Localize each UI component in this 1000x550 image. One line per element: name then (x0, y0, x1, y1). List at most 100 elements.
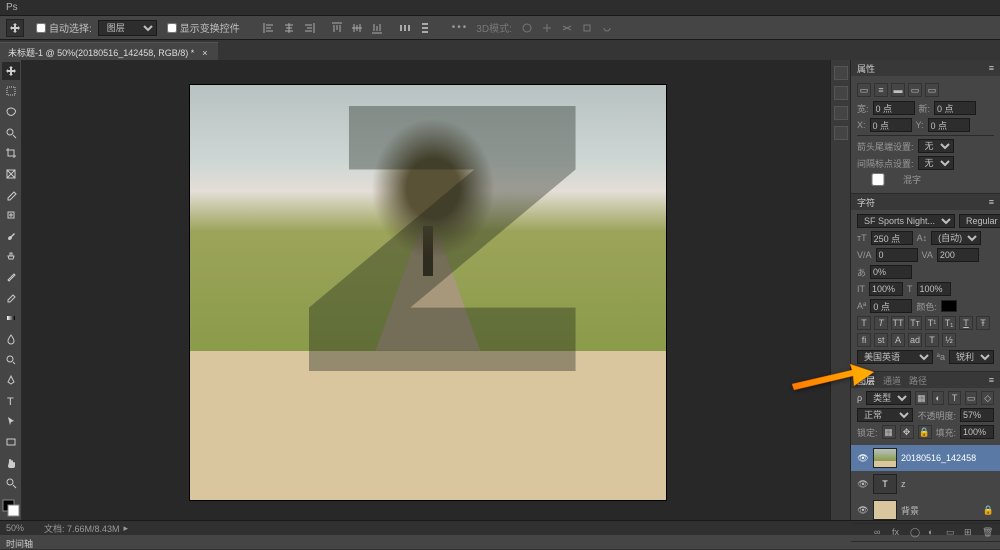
marquee-tool[interactable] (2, 83, 20, 101)
pen-tool[interactable] (2, 371, 20, 389)
link-layers-icon[interactable]: ∞ (874, 527, 886, 539)
layer-name[interactable]: z (901, 479, 906, 489)
delete-layer-icon[interactable]: 🗑 (982, 527, 994, 539)
vscale-input[interactable] (870, 265, 912, 279)
align-bottom-icon[interactable] (368, 19, 386, 37)
leading-select[interactable]: (自动) (931, 231, 981, 245)
zoom-level[interactable]: 50% (6, 523, 24, 533)
path-select-tool[interactable] (2, 413, 20, 431)
prop-tab-4[interactable]: ▭ (908, 83, 922, 97)
dodge-tool[interactable] (2, 351, 20, 369)
timeline-collapsed[interactable]: 时间轴 (0, 535, 1000, 549)
font-style-select[interactable]: Regular (959, 214, 1000, 228)
allcaps-button[interactable]: TT (891, 316, 905, 330)
strikethrough-button[interactable]: Ŧ (976, 316, 990, 330)
arrow-end-select[interactable]: 无 (918, 156, 954, 170)
dock-history-icon[interactable] (834, 106, 848, 120)
adjustment-layer-icon[interactable]: ◐ (928, 527, 940, 539)
visibility-toggle-icon[interactable]: 👁 (857, 479, 869, 490)
doc-info-arrow-icon[interactable]: ▸ (124, 523, 129, 534)
visibility-toggle-icon[interactable]: 👁 (857, 453, 869, 464)
layer-fx-icon[interactable]: fx (892, 527, 904, 539)
dock-color-icon[interactable] (834, 66, 848, 80)
filter-adjust-icon[interactable]: ◐ (932, 391, 945, 405)
width-input[interactable] (873, 101, 915, 115)
hscale2-input[interactable] (917, 282, 951, 296)
type-tool[interactable]: T (2, 392, 20, 410)
hand-tool[interactable] (2, 454, 20, 472)
doc-info[interactable]: 文档: 7.66M/8.43M (44, 522, 120, 535)
opentype-fi-button[interactable]: fi (857, 333, 871, 347)
rectangle-tool[interactable] (2, 433, 20, 451)
layer-row[interactable]: 👁 T z (851, 471, 1000, 497)
arrow-start-select[interactable]: 无 (918, 139, 954, 153)
smallcaps-button[interactable]: Tт (908, 316, 922, 330)
close-tab-icon[interactable]: × (202, 48, 207, 58)
layer-mask-icon[interactable]: ◯ (910, 527, 922, 539)
layers-tab[interactable]: 图层 (857, 374, 875, 387)
height-input[interactable] (934, 101, 976, 115)
color-swatches[interactable] (2, 499, 20, 520)
opentype-ord-button[interactable]: ad (908, 333, 922, 347)
crop-tool[interactable] (2, 145, 20, 163)
faux-italic-button[interactable]: T (874, 316, 888, 330)
3d-orbit-icon[interactable] (518, 19, 536, 37)
prop-tab-5[interactable]: ▭ (925, 83, 939, 97)
font-size-input[interactable] (871, 231, 913, 245)
prop-tab-1[interactable]: ▭ (857, 83, 871, 97)
align-right-icon[interactable] (300, 19, 318, 37)
blur-tool[interactable] (2, 330, 20, 348)
dock-actions-icon[interactable] (834, 126, 848, 140)
3d-rotate-icon[interactable] (598, 19, 616, 37)
faux-bold-button[interactable]: T (857, 316, 871, 330)
opentype-st-button[interactable]: st (874, 333, 888, 347)
visibility-toggle-icon[interactable]: 👁 (857, 505, 869, 516)
frame-tool[interactable] (2, 165, 20, 183)
document-tab[interactable]: 未标题-1 @ 50%(20180516_142458, RGB/8) * × (0, 42, 218, 60)
filter-smart-icon[interactable]: ◇ (981, 391, 994, 405)
hscale-input[interactable] (869, 282, 903, 296)
layer-thumbnail[interactable] (873, 500, 897, 520)
kerning-input[interactable] (876, 248, 918, 262)
opentype-titling-button[interactable]: T (925, 333, 939, 347)
more-options-icon[interactable]: ••• (452, 22, 469, 33)
lock-all-icon[interactable]: 🔒 (918, 425, 932, 439)
text-color-swatch[interactable] (941, 300, 957, 312)
align-top-icon[interactable] (328, 19, 346, 37)
align-middle-v-icon[interactable] (348, 19, 366, 37)
fill-input[interactable] (960, 425, 994, 439)
filter-pixel-icon[interactable]: ▦ (915, 391, 928, 405)
tracking-input[interactable] (937, 248, 979, 262)
y-input[interactable] (928, 118, 970, 132)
show-transform-checkbox[interactable] (167, 23, 177, 33)
paths-tab[interactable]: 路径 (909, 374, 927, 387)
subscript-button[interactable]: T₁ (942, 316, 956, 330)
filter-shape-icon[interactable]: ▭ (965, 391, 978, 405)
panel-menu-icon[interactable]: ≡ (989, 197, 994, 207)
brush-tool[interactable] (2, 227, 20, 245)
lock-pixels-icon[interactable]: ▦ (882, 425, 896, 439)
autoselect-checkbox[interactable] (36, 23, 46, 33)
clone-stamp-tool[interactable] (2, 248, 20, 266)
zoom-tool[interactable] (2, 475, 20, 493)
lock-position-icon[interactable]: ✥ (900, 425, 914, 439)
panel-menu-icon[interactable]: ≡ (989, 375, 994, 385)
distribute-h-icon[interactable] (396, 19, 414, 37)
3d-slide-icon[interactable] (558, 19, 576, 37)
filter-text-icon[interactable]: T (948, 391, 961, 405)
3d-scale-icon[interactable] (578, 19, 596, 37)
healing-brush-tool[interactable] (2, 206, 20, 224)
distribute-v-icon[interactable] (416, 19, 434, 37)
align-left-icon[interactable] (260, 19, 278, 37)
opentype-frac-button[interactable]: ½ (942, 333, 956, 347)
3d-pan-icon[interactable] (538, 19, 556, 37)
document-canvas[interactable] (190, 85, 666, 500)
eyedropper-tool[interactable] (2, 186, 20, 204)
layer-row[interactable]: 👁 20180516_142458 (851, 445, 1000, 471)
layer-thumbnail[interactable]: T (873, 474, 897, 494)
move-tool[interactable] (2, 62, 20, 80)
underline-button[interactable]: T (959, 316, 973, 330)
channels-tab[interactable]: 通道 (883, 374, 901, 387)
history-brush-tool[interactable] (2, 268, 20, 286)
layer-name[interactable]: 20180516_142458 (901, 453, 976, 463)
